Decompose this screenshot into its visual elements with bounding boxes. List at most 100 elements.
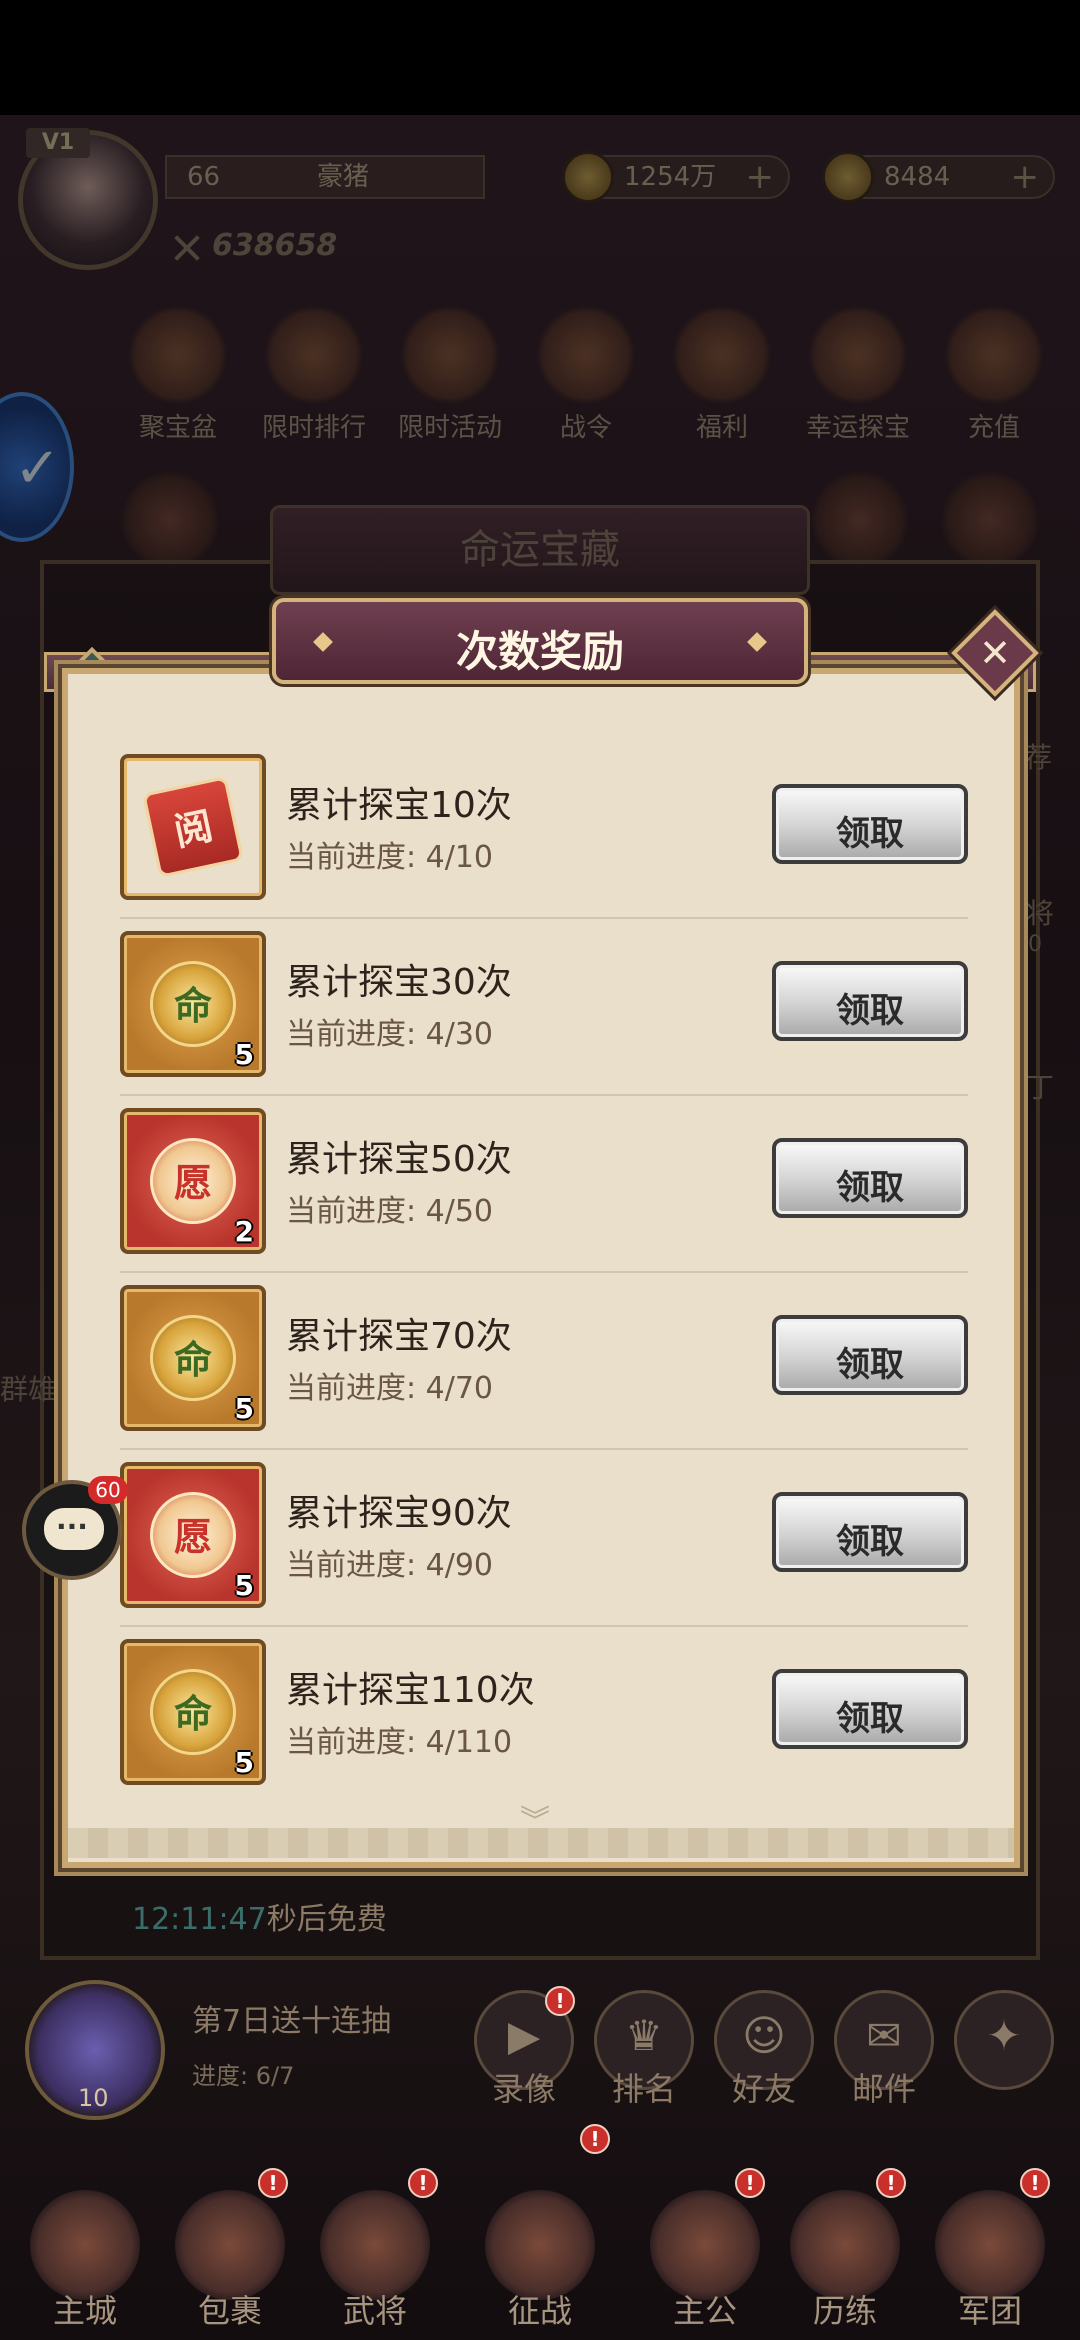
claim-button[interactable]: 领取 [772,961,968,1041]
reward-progress: 当前进度: 4/70 [286,1371,494,1406]
player-name: 豪猪 [317,162,370,192]
chest-icon [672,305,772,405]
menu-war-order[interactable]: 战令 [518,305,654,444]
claim-button[interactable]: 领取 [772,784,968,864]
menu-limited-ranking[interactable]: 限时排行 [246,305,382,444]
wish-pouch-icon: 愿 [150,1492,236,1578]
side-label-heroes: 群雄 [0,1373,57,1406]
modal-footer-pattern [68,1828,1014,1858]
reward-row: 命5 累计探宝110次 当前进度: 4/110 领取 [120,1627,968,1804]
legion-alert-badge: ! [1020,2168,1050,2198]
promo-progress: 进度: 6/7 [192,2062,295,2090]
friends-label: 好友 [731,2070,796,2108]
training-icon [790,2190,900,2300]
reward-title: 累计探宝70次 [286,1316,512,1357]
trophy-icon: ♛ [625,2011,663,2060]
claim-label: 领取 [836,1522,904,1562]
add-coin-button[interactable]: + [746,157,775,197]
war-order-icon [536,305,636,405]
claim-label: 领取 [836,991,904,1031]
reward-progress: 当前进度: 4/30 [286,1017,494,1052]
ingot-value: 8484 [884,162,951,192]
reward-title: 累计探宝110次 [286,1670,535,1711]
power-value: 638658 [212,228,338,263]
mail-icon: ✉ [866,2011,902,2060]
nav-lord[interactable]: 主公 [640,2190,770,2330]
nav-bag[interactable]: 包裹 [165,2190,295,2330]
side-label-general: 将 [1026,897,1055,930]
player-level: 66 [187,162,221,192]
side-label-general-count: 0 [1028,932,1042,957]
side-label-recommend: 荐 [1024,741,1053,774]
reward-item[interactable]: 命5 [120,1639,266,1785]
claim-label: 领取 [836,1168,904,1208]
nav-generals[interactable]: 武将 [310,2190,440,2330]
claim-label: 领取 [836,814,904,854]
reward-item[interactable]: 愿5 [120,1462,266,1608]
legion-icon [935,2190,1045,2300]
activity-menu: 聚宝盆 限时排行 限时活动 战令 福利 幸运探宝 充值 [110,305,1070,444]
reward-progress: 当前进度: 4/50 [286,1194,494,1229]
player-level-name[interactable]: 66 豪猪 [165,155,485,199]
compass-button[interactable]: ✦ [954,1990,1054,2090]
item-count: 5 [234,1569,254,1602]
claim-label: 领取 [836,1345,904,1385]
replay-alert-badge: ! [545,1986,575,2016]
nav-legion[interactable]: 军团 [925,2190,1055,2330]
wish-pouch-icon: 愿 [150,1138,236,1224]
reward-row: 愿2 累计探宝50次 当前进度: 4/50 领取 [120,1096,968,1273]
claim-button[interactable]: 领取 [772,1492,968,1572]
chat-bubble-icon [44,1508,104,1550]
combat-power: 638658 [170,228,337,263]
claim-button[interactable]: 领取 [772,1669,968,1749]
menu-lucky-treasure[interactable]: 幸运探宝 [790,305,926,444]
training-alert-badge: ! [876,2168,906,2198]
lord-alert-badge: ! [735,2168,765,2198]
reward-row: 阅 累计探宝10次 当前进度: 4/10 领取 [120,742,968,919]
compass-icon: ✦ [986,2011,1022,2060]
ranking-label: 排名 [611,2070,676,2108]
reward-title: 累计探宝90次 [286,1493,512,1534]
slot-machine-icon[interactable] [120,470,220,570]
vip-badge: V1 [26,128,90,158]
item-count: 5 [234,1746,254,1779]
lord-icon [650,2190,760,2300]
add-ingot-button[interactable]: + [1011,157,1040,197]
replay-label: 录像 [491,2070,556,2108]
claim-label: 领取 [836,1699,904,1739]
coin-value: 1254万 [624,162,717,192]
reward-item[interactable]: 命5 [120,1285,266,1431]
reward-item[interactable]: 命5 [120,931,266,1077]
trophy-icon [264,305,364,405]
fate-coin-icon: 命 [150,961,236,1047]
fate-treasure-title: 命运宝藏 [270,505,810,595]
swords-icon [170,232,204,262]
chat-unread-badge: 60 [88,1476,128,1504]
nav-main-city[interactable]: 主城 [20,2190,150,2330]
reward-title: 累计探宝30次 [286,962,512,1003]
side-label-right: 丁 [1026,1071,1055,1104]
ingot-counter[interactable]: 8484 + [822,151,1055,203]
reward-item[interactable]: 愿2 [120,1108,266,1254]
battle-icon [485,2190,595,2300]
reward-item[interactable]: 阅 [120,754,266,900]
claim-button[interactable]: 领取 [772,1138,968,1218]
free-timer: 12:11:47秒后免费 [132,1894,387,1938]
nav-training[interactable]: 历练 [780,2190,910,2330]
menu-treasure-bowl[interactable]: 聚宝盆 [110,305,246,444]
gift-icon[interactable] [940,470,1040,570]
reward-progress: 当前进度: 4/110 [286,1725,513,1760]
nav-battle[interactable]: 征战 [475,2190,605,2330]
promo-count: 10 [78,2084,109,2112]
coin-counter[interactable]: 1254万 + [562,151,790,203]
bag-alert-badge: ! [258,2168,288,2198]
drum-icon [400,305,500,405]
item-count: 5 [234,1392,254,1425]
event-icon[interactable] [810,470,910,570]
fate-coin-icon: 命 [150,1315,236,1401]
menu-welfare[interactable]: 福利 [654,305,790,444]
menu-recharge[interactable]: 充值 [926,305,1062,444]
claim-button[interactable]: 领取 [772,1315,968,1395]
menu-limited-event[interactable]: 限时活动 [382,305,518,444]
modal-title: 次数奖励 [455,627,624,676]
